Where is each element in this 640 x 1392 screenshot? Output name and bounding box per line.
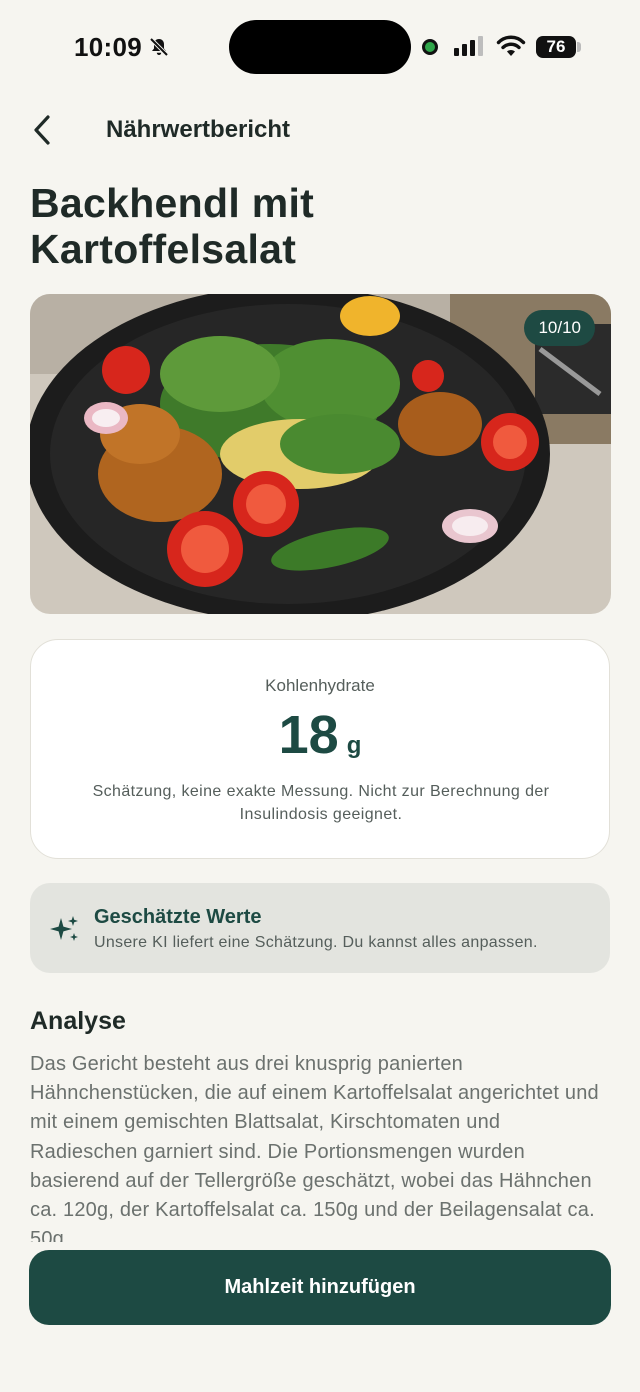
camera-indicator-icon bbox=[422, 39, 438, 55]
analysis-text: Das Gericht besteht aus drei knusprig pa… bbox=[30, 1053, 599, 1242]
page-title: Backhendl mit Kartoffelsalat bbox=[30, 180, 315, 272]
analysis-heading: Analyse bbox=[30, 1007, 126, 1035]
carb-value: 18 bbox=[278, 705, 339, 765]
battery-indicator: 76 bbox=[536, 36, 576, 58]
carb-unit: g bbox=[346, 732, 362, 759]
cellular-signal-icon bbox=[454, 36, 486, 61]
nav-title: Nährwertbericht bbox=[106, 116, 291, 143]
photo-counter-badge: 10/10 bbox=[524, 310, 595, 346]
estimate-title: Geschätzte Werte bbox=[94, 906, 262, 928]
carb-card: Kohlenhydrate 18 g Schätzung, keine exakt… bbox=[30, 639, 610, 859]
sparkle-icon bbox=[50, 914, 80, 949]
add-meal-button[interactable]: Mahlzeit hinzufügen bbox=[29, 1250, 611, 1325]
estimate-text: Unsere KI liefert eine Schätzung. Du kan… bbox=[94, 934, 538, 951]
dynamic-island bbox=[229, 20, 411, 74]
analysis-scroll-area[interactable]: Das Gericht besteht aus drei knusprig pa… bbox=[30, 1050, 610, 1242]
battery-nub bbox=[577, 42, 581, 52]
chevron-left-icon bbox=[31, 114, 53, 151]
bell-off-icon bbox=[148, 36, 170, 63]
carb-disclaimer: Schätzung, keine exakte Messung. Nicht z… bbox=[92, 783, 550, 823]
carb-label: Kohlenhydrate bbox=[265, 676, 375, 695]
status-bar: 10:09 76 bbox=[0, 0, 640, 94]
meal-photo[interactable]: 10/10 bbox=[30, 294, 611, 614]
wifi-icon bbox=[496, 35, 526, 62]
back-button[interactable] bbox=[24, 112, 60, 152]
estimate-banner: Geschätzte Werte Unsere KI liefert eine … bbox=[30, 883, 610, 973]
status-time: 10:09 bbox=[74, 32, 142, 62]
carb-value-row: 18 g bbox=[31, 704, 609, 766]
